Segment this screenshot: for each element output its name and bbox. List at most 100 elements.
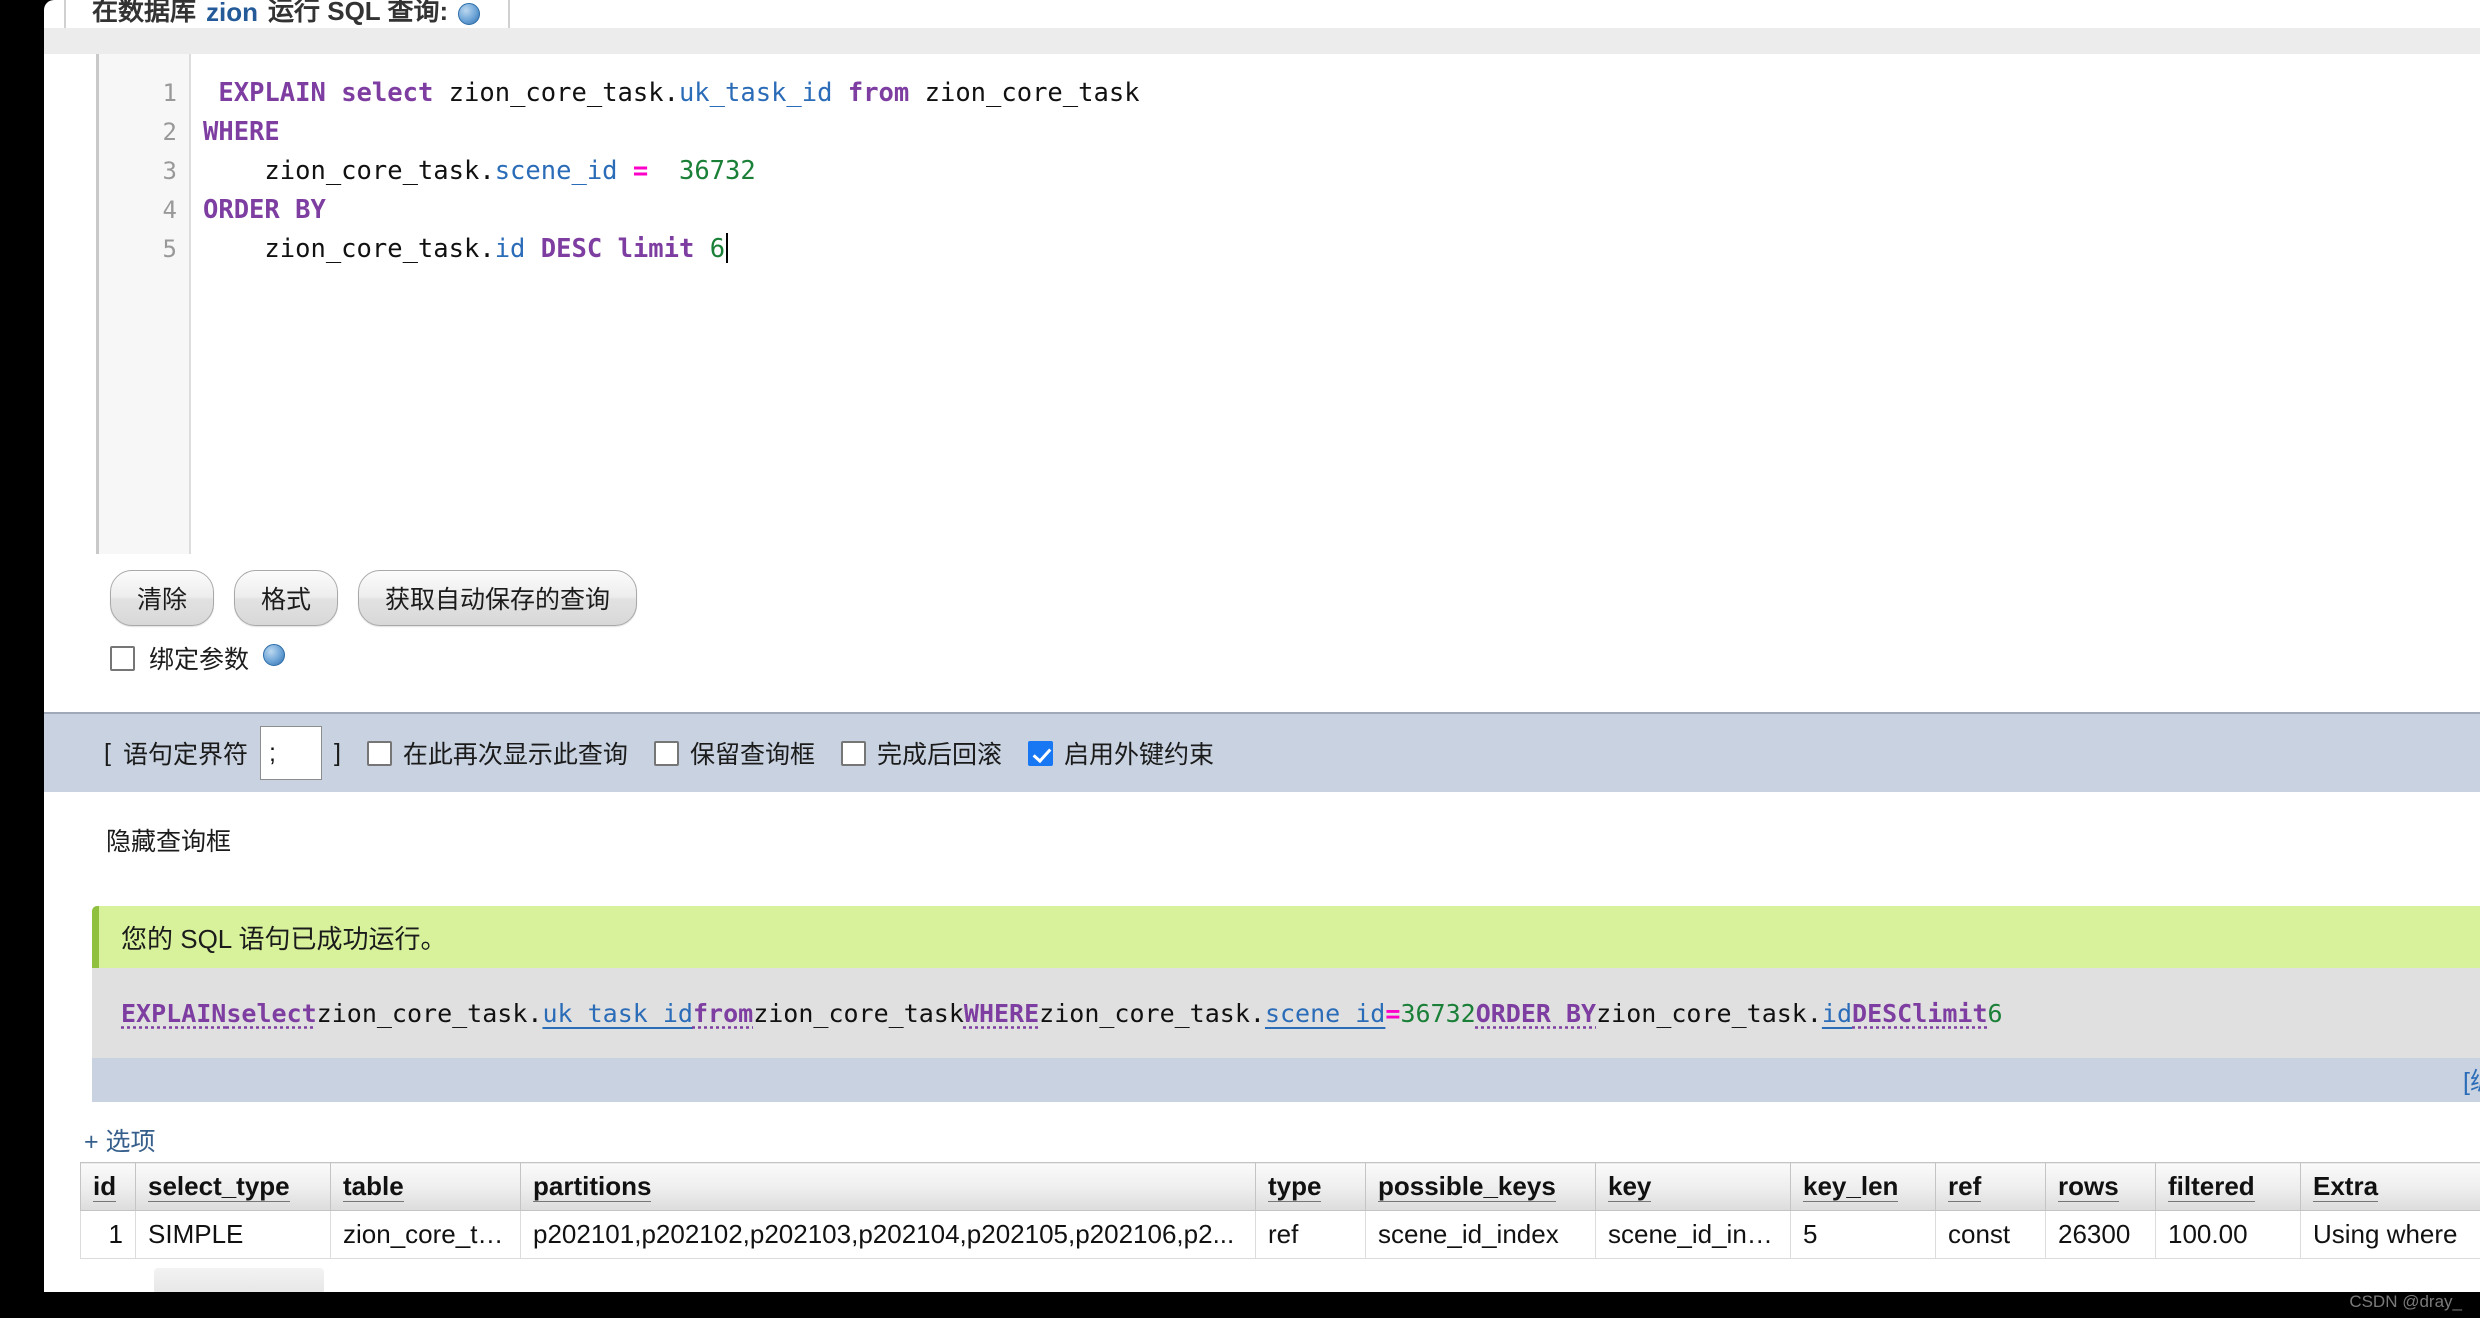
sql-token: WHERE xyxy=(203,117,280,147)
sql-token: from xyxy=(692,998,754,1028)
column-header-possible_keys[interactable]: possible_keys xyxy=(1365,1162,1596,1211)
sql-token: ORDER BY xyxy=(203,195,326,225)
column-header-Extra[interactable]: Extra xyxy=(2300,1162,2480,1211)
sql-token: zion_core_task. xyxy=(316,998,543,1028)
delimiter-option[interactable]: 保留查询框 xyxy=(653,735,815,771)
editor-line-number: 1 xyxy=(162,79,177,107)
text-cursor xyxy=(726,233,729,263)
get-autosaved-query-button[interactable]: 获取自动保存的查询 xyxy=(358,570,638,626)
cell-table: zion_core_task xyxy=(330,1210,521,1259)
editor-line-number: 4 xyxy=(162,196,177,224)
success-message-panel: 您的 SQL 语句已成功运行。 xyxy=(92,906,2480,968)
column-header-key_len[interactable]: key_len xyxy=(1790,1162,1936,1211)
sql-token: zion_core_task xyxy=(909,78,1140,108)
explain-results-table: id select_type table partitions type possible… xyxy=(80,1162,2480,1259)
editor-line: 1 EXPLAIN select zion_core_task.uk_task_… xyxy=(99,74,2480,113)
clear-button[interactable]: 清除 xyxy=(110,570,215,626)
column-header-id[interactable]: id xyxy=(80,1162,136,1211)
editor-line-code: EXPLAIN select zion_core_task.uk_task_id… xyxy=(203,74,1140,113)
sql-token: limit xyxy=(617,234,695,264)
query-header-suffix: 运行 SQL 查询: xyxy=(268,0,449,26)
sql-echo-action-bar: [编辑 xyxy=(92,1058,2480,1102)
sql-token: zion_core_task. xyxy=(1596,998,1822,1028)
sql-token: EXPLAIN xyxy=(121,998,227,1028)
sql-token: DESC xyxy=(540,234,603,264)
hide-query-box-link[interactable]: 隐藏查询框 xyxy=(106,822,231,858)
sql-token: zion_core_task. xyxy=(203,234,495,264)
option-checkbox[interactable] xyxy=(366,740,392,766)
delimiter-option[interactable]: 完成后回滚 xyxy=(840,735,1002,771)
option-checkbox[interactable] xyxy=(840,740,866,766)
column-header-filtered[interactable]: filtered xyxy=(2155,1162,2301,1211)
cell-possible_keys: scene_id_index xyxy=(1365,1210,1596,1259)
editor-line: 3 zion_core_task.scene_id = 36732 xyxy=(99,152,2480,191)
format-button[interactable]: 格式 xyxy=(234,570,339,626)
query-panel-header: 在数据库 zion 运行 SQL 查询: xyxy=(64,0,511,28)
column-header-type[interactable]: type xyxy=(1255,1162,1366,1211)
column-header-rows[interactable]: rows xyxy=(2045,1162,2156,1211)
query-header-db-name: zion xyxy=(206,0,259,27)
delimiter-close-bracket: ] xyxy=(333,738,341,767)
editor-line: 5 zion_core_task.id DESC limit 6 xyxy=(99,230,2480,269)
editor-line-code: zion_core_task.scene_id = 36732 xyxy=(203,152,756,191)
sql-token: zion_core_task. xyxy=(1039,998,1265,1028)
editor-line: 2 WHERE xyxy=(99,113,2480,152)
cell-ref: const xyxy=(1935,1210,2046,1259)
sql-token: 36732 xyxy=(1400,998,1476,1028)
column-header-key[interactable]: key xyxy=(1595,1162,1791,1211)
sql-token: select xyxy=(341,78,434,108)
sql-token: limit xyxy=(1912,998,1988,1028)
sql-token: scene_id xyxy=(494,156,618,186)
delimiter-option[interactable]: 启用外键约束 xyxy=(1027,735,1214,771)
option-label: 在此再次显示此查询 xyxy=(402,741,628,769)
options-toggle-link[interactable]: + 选项 xyxy=(84,1122,156,1158)
delimiter-option[interactable]: 在此再次显示此查询 xyxy=(366,735,628,771)
editor-line: 4 ORDER BY xyxy=(99,191,2480,230)
query-header-prefix: 在数据库 xyxy=(92,0,197,26)
toolbar-strip xyxy=(44,28,2480,54)
editor-code-area[interactable]: 1 EXPLAIN select zion_core_task.uk_task_… xyxy=(99,74,2480,269)
sql-token: zion_core_task. xyxy=(433,78,679,108)
page-content: 在数据库 zion 运行 SQL 查询: 1 EXPLAIN select zi… xyxy=(44,0,2480,1292)
bind-parameters-checkbox[interactable] xyxy=(110,645,135,671)
options-row: + 选项 xyxy=(44,1118,2480,1162)
bottom-partial-button[interactable] xyxy=(154,1268,324,1292)
cell-rows: 26300 xyxy=(2045,1210,2156,1259)
column-header-ref[interactable]: ref xyxy=(1935,1162,2046,1211)
column-header-table[interactable]: table xyxy=(330,1162,521,1211)
cell-type: ref xyxy=(1255,1210,1366,1259)
table-body: 1 SIMPLE zion_core_task p202101,p202102,p20… xyxy=(80,1210,2480,1259)
table-header-row: id select_type table partitions type possible… xyxy=(80,1162,2480,1211)
edit-query-link[interactable]: [编辑 xyxy=(2463,1062,2480,1098)
cell-Extra: Using where xyxy=(2300,1210,2480,1259)
cell-key_len: 5 xyxy=(1790,1210,1936,1259)
cell-key: scene_id_index xyxy=(1595,1210,1791,1259)
column-header-partitions[interactable]: partitions xyxy=(520,1162,1256,1211)
bind-parameters-label: 绑定参数 xyxy=(149,646,250,674)
sql-token: = xyxy=(1385,998,1401,1028)
sql-token: DESC xyxy=(1852,998,1913,1028)
option-checkbox[interactable] xyxy=(1027,740,1053,766)
editor-line-number: 3 xyxy=(162,157,177,185)
cell-filtered: 100.00 xyxy=(2155,1210,2301,1259)
sql-editor[interactable]: 1 EXPLAIN select zion_core_task.uk_task_… xyxy=(96,54,2480,554)
help-icon[interactable] xyxy=(458,3,481,25)
editor-line-code: ORDER BY xyxy=(203,191,326,230)
executed-sql-echo: EXPLAIN select zion_core_task. uk_task_id… xyxy=(92,968,2480,1058)
delimiter-group: [ 语句定界符 ] xyxy=(104,726,341,780)
help-icon[interactable] xyxy=(263,644,286,666)
sql-token: 36732 xyxy=(678,156,756,186)
delimiter-label: 语句定界符 xyxy=(122,741,248,769)
delimiter-input[interactable] xyxy=(259,726,322,780)
hide-query-box-row: 隐藏查询框 xyxy=(44,792,2480,888)
sql-token: 6 xyxy=(1987,998,2003,1028)
column-header-select_type[interactable]: select_type xyxy=(135,1162,331,1211)
editor-button-row: 清除 格式 获取自动保存的查询 xyxy=(110,570,638,626)
option-checkbox[interactable] xyxy=(653,740,679,766)
